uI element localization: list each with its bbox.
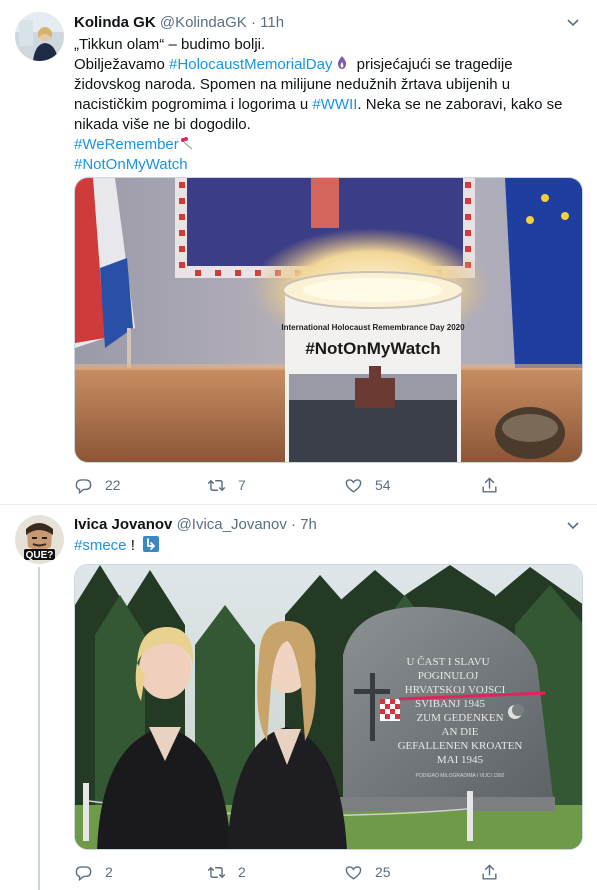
stone-line: HRVATSKOJ VOJSCI — [405, 684, 506, 696]
tweet-image-memorial[interactable]: U ČAST I SLAVU POGINULOJ HRVATSKOJ VOJSC… — [74, 564, 583, 850]
stone-line: GEFALLENEN KROATEN — [398, 740, 523, 752]
like-button[interactable]: 54 — [344, 473, 391, 497]
tweet-line: „Tikkun olam“ – budimo bolji. — [74, 36, 266, 53]
tweet-ivica[interactable]: QUE? Ivica Jovanov @Ivica_Jovanov · 7h #… — [0, 504, 597, 890]
tweet-paragraph: Obilježavamo #HolocaustMemorialDay prisj… — [74, 55, 583, 135]
reply-count: 2 — [105, 864, 113, 880]
author-handle[interactable]: @KolindaGK — [160, 14, 247, 31]
hashtag-link[interactable]: #HolocaustMemorialDay — [169, 56, 332, 73]
timestamp[interactable]: 11h — [260, 14, 284, 31]
chevron-down-icon[interactable] — [565, 517, 581, 533]
stone-line: POGINULOJ — [418, 670, 479, 682]
avatar[interactable] — [15, 12, 64, 61]
timestamp[interactable]: 7h — [300, 516, 317, 533]
stone-line: AN DIE — [442, 726, 479, 738]
text-segment: Obilježavamo — [74, 56, 170, 73]
heart-icon — [345, 478, 362, 493]
separator: · — [250, 14, 256, 31]
text-segment: ! — [126, 537, 135, 554]
like-button[interactable]: 25 — [344, 860, 391, 884]
tweet-actions: 22 7 54 — [74, 473, 514, 497]
tweet-actions: 2 2 25 — [74, 860, 514, 884]
reply-icon — [75, 865, 92, 881]
share-icon — [482, 477, 497, 493]
like-count: 25 — [375, 864, 391, 880]
hashtag-link[interactable]: #smece — [74, 537, 127, 554]
separator: · — [291, 516, 297, 533]
share-button[interactable] — [480, 860, 511, 884]
reply-icon — [75, 478, 92, 494]
retweet-icon — [207, 479, 226, 491]
author-name[interactable]: Ivica Jovanov — [74, 516, 172, 533]
stone-line: SVIBANJ 1945 — [415, 698, 485, 710]
avatar-caption: QUE? — [26, 550, 54, 561]
reply-button[interactable]: 2 — [74, 860, 113, 884]
retweet-icon — [207, 866, 226, 878]
stone-line: MAI 1945 — [437, 754, 484, 766]
candle-hashtag: #NotOnMyWatch — [305, 339, 440, 358]
stone-line: U ČAST I SLAVU — [406, 656, 489, 668]
tweet-text: #smece ! — [74, 536, 583, 556]
candle-label: International Holocaust Remembrance Day … — [281, 323, 465, 332]
reply-button[interactable]: 22 — [74, 473, 121, 497]
tweet-header: Ivica Jovanov @Ivica_Jovanov · 7h — [74, 515, 577, 535]
avatar[interactable]: QUE? — [15, 515, 64, 564]
retweet-count: 7 — [238, 477, 246, 493]
tweet-header: Kolinda GK @KolindaGK · 11h — [74, 13, 577, 33]
author-handle[interactable]: @Ivica_Jovanov — [177, 516, 287, 533]
tweet-kolinda[interactable]: Kolinda GK @KolindaGK · 11h „Tikkun olam… — [0, 0, 597, 504]
thread-line — [38, 567, 40, 890]
heart-icon — [345, 865, 362, 880]
retweet-button[interactable]: 7 — [207, 473, 246, 497]
flower-emoji-icon — [179, 136, 195, 150]
hashtag-link[interactable]: #WeRemember — [74, 136, 179, 153]
share-icon — [482, 864, 497, 880]
tweet-line: #NotOnMyWatch — [74, 155, 583, 175]
chevron-down-icon[interactable] — [565, 14, 581, 30]
hashtag-link[interactable]: #NotOnMyWatch — [74, 156, 188, 173]
stone-footer: PODIGAO MILOGRADIMA I VIJCI 1992 — [416, 773, 505, 779]
hashtag-link[interactable]: #WWII — [312, 96, 357, 113]
retweet-count: 2 — [238, 864, 246, 880]
candle-emoji-icon — [336, 55, 352, 69]
tweet-line: #WeRemember — [74, 135, 583, 155]
author-name[interactable]: Kolinda GK — [74, 14, 156, 31]
reply-count: 22 — [105, 477, 121, 493]
like-count: 54 — [375, 477, 391, 493]
share-button[interactable] — [480, 473, 511, 497]
retweet-button[interactable]: 2 — [207, 860, 246, 884]
arrow-down-right-emoji-icon — [143, 536, 160, 552]
tweet-image-candle[interactable]: International Holocaust Remembrance Day … — [74, 177, 583, 463]
stone-line: ZUM GEDENKEN — [416, 712, 503, 724]
tweet-text: „Tikkun olam“ – budimo bolji. Obilježava… — [74, 35, 583, 175]
